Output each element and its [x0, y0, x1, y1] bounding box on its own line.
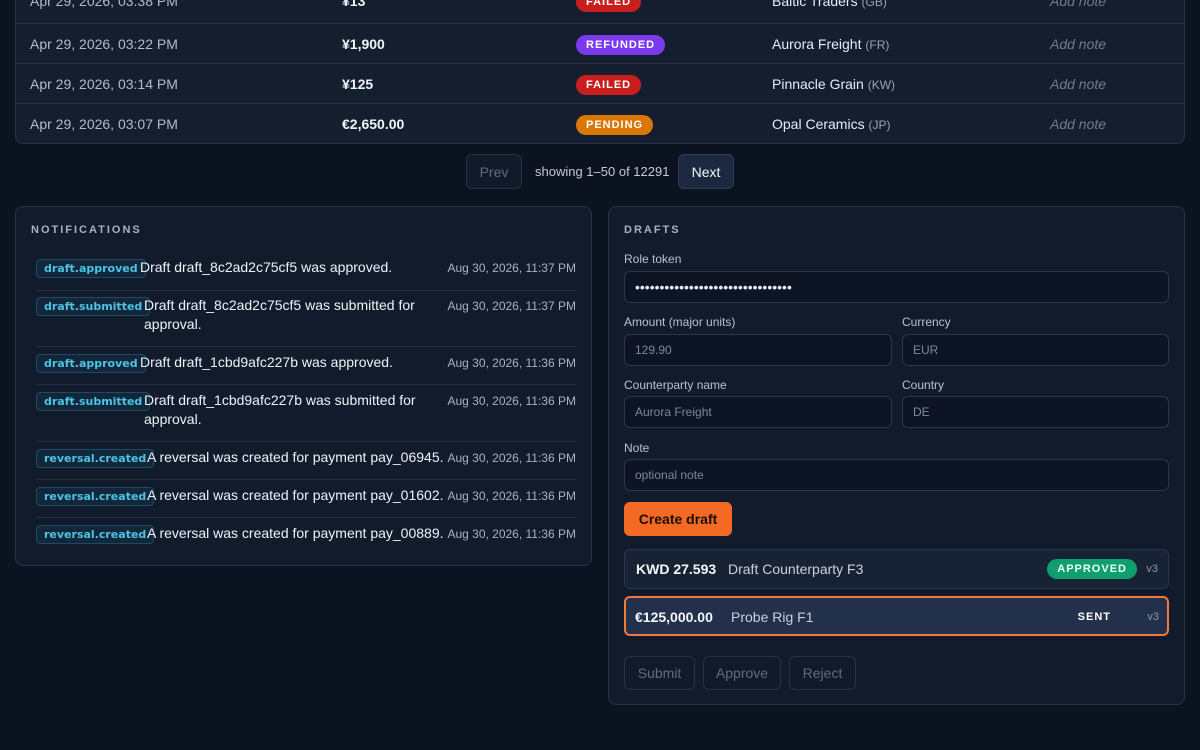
counterparty-name: Baltic Traders: [772, 0, 858, 9]
draft-counterparty: Draft Counterparty F3: [728, 561, 864, 577]
notification-message: A reversal was created for payment pay_0…: [147, 525, 444, 541]
counterparty-name: Aurora Freight: [772, 36, 862, 52]
draft-counterparty: Probe Rig F1: [731, 609, 814, 625]
notification-item: reversal.created A reversal was created …: [36, 449, 576, 480]
add-note-link[interactable]: Add note: [1050, 104, 1106, 143]
notification-time: Aug 30, 2026, 11:37 PM: [447, 299, 576, 313]
notifications-panel: NOTIFICATIONS draft.approved Draft draft…: [15, 206, 592, 566]
approve-button[interactable]: Approve: [703, 656, 781, 690]
notification-time: Aug 30, 2026, 11:36 PM: [447, 356, 576, 370]
add-note-link[interactable]: Add note: [1050, 24, 1106, 64]
event-tag: draft.submitted: [36, 392, 151, 411]
counterparty-country: (JP): [868, 118, 891, 132]
notification-time: Aug 30, 2026, 11:36 PM: [447, 489, 576, 503]
add-note-link[interactable]: Add note: [1050, 64, 1106, 104]
notification-message: Draft draft_1cbd9afc227b was submitted f…: [144, 392, 416, 427]
payment-amount: ¥1,900: [342, 36, 385, 52]
notification-time: Aug 30, 2026, 11:36 PM: [447, 394, 576, 408]
notification-item: reversal.created A reversal was created …: [36, 525, 576, 556]
country-label: Country: [902, 378, 945, 392]
note-label: Note: [624, 441, 650, 455]
counterparty-country: (GB): [861, 0, 887, 9]
notification-message: A reversal was created for payment pay_0…: [147, 449, 444, 465]
draft-amount: €125,000.00: [635, 609, 713, 625]
notification-message: Draft draft_1cbd9afc227b was approved.: [140, 354, 393, 370]
counterparty-name: Pinnacle Grain: [772, 76, 864, 92]
payment-date: Apr 29, 2026, 03:22 PM: [30, 36, 178, 52]
currency-label: Currency: [902, 315, 951, 329]
event-tag: reversal.created: [36, 487, 155, 506]
role-token-label: Role token: [624, 252, 682, 266]
amount-label: Amount (major units): [624, 315, 736, 329]
event-tag: draft.submitted: [36, 297, 151, 316]
role-token-input[interactable]: ••••••••••••••••••••••••••••••••: [624, 271, 1169, 303]
event-tag: draft.approved: [36, 354, 146, 373]
notification-time: Aug 30, 2026, 11:36 PM: [447, 451, 576, 465]
payment-date: Apr 29, 2026, 03:14 PM: [30, 76, 178, 92]
notifications-title: NOTIFICATIONS: [31, 224, 142, 236]
submit-button[interactable]: Submit: [624, 656, 695, 690]
payment-amount: ¥125: [342, 76, 374, 92]
amount-input[interactable]: 129.90: [624, 334, 892, 366]
prev-page-button[interactable]: Prev: [466, 154, 522, 189]
notification-item: draft.submitted Draft draft_8c2ad2c75cf5…: [36, 297, 576, 347]
drafts-title: DRAFTS: [624, 224, 681, 236]
status-badge: REFUNDED: [576, 35, 666, 56]
notification-time: Aug 30, 2026, 11:37 PM: [447, 261, 576, 275]
notification-item: reversal.created A reversal was created …: [36, 487, 576, 518]
counterparty-country: (KW): [867, 78, 896, 92]
status-badge: SENT: [1077, 611, 1111, 623]
counterparty-input[interactable]: Aurora Freight: [624, 396, 892, 428]
draft-amount: KWD 27.593: [636, 561, 717, 577]
draft-card-selected[interactable]: €125,000.00 Probe Rig F1 SENT v3: [624, 596, 1169, 636]
payment-amount: €2,650.00: [342, 116, 405, 132]
notification-message: Draft draft_8c2ad2c75cf5 was approved.: [140, 259, 393, 275]
notification-message: Draft draft_8c2ad2c75cf5 was submitted f…: [144, 297, 415, 332]
notification-item: draft.approved Draft draft_8c2ad2c75cf5 …: [36, 259, 576, 291]
country-input[interactable]: DE: [902, 396, 1169, 428]
counterparty-name: Opal Ceramics: [772, 116, 865, 132]
table-row[interactable]: Apr 29, 2026, 03:22 PM ¥1,900 REFUNDED A…: [16, 23, 1184, 63]
create-draft-button[interactable]: Create draft: [624, 502, 732, 536]
table-row[interactable]: Apr 29, 2026, 03:14 PM ¥125 FAILED Pinna…: [16, 63, 1184, 103]
status-badge: PENDING: [576, 115, 654, 136]
counterparty-country: (FR): [865, 38, 890, 52]
notification-message: A reversal was created for payment pay_0…: [147, 487, 444, 503]
notification-item: draft.submitted Draft draft_1cbd9afc227b…: [36, 392, 576, 442]
drafts-panel: DRAFTS Role token ••••••••••••••••••••••…: [608, 206, 1185, 705]
payment-amount: ¥13: [342, 0, 366, 9]
reject-button[interactable]: Reject: [789, 656, 856, 690]
status-badge: APPROVED: [1047, 559, 1137, 579]
pagination: Prev showing 1–50 of 12291 Next: [0, 154, 1200, 190]
notification-item: draft.approved Draft draft_1cbd9afc227b …: [36, 354, 576, 385]
status-badge: FAILED: [576, 75, 642, 96]
pagination-info: showing 1–50 of 12291: [535, 164, 670, 179]
draft-version: v3: [1146, 563, 1158, 575]
payment-date: Apr 29, 2026, 03:38 PM: [30, 0, 178, 9]
add-note-link[interactable]: Add note: [1050, 0, 1106, 21]
event-tag: draft.approved: [36, 259, 146, 278]
payments-table: Apr 29, 2026, 03:38 PM ¥13 FAILED Baltic…: [15, 0, 1185, 144]
event-tag: reversal.created: [36, 525, 155, 544]
draft-card[interactable]: KWD 27.593 Draft Counterparty F3 APPROVE…: [624, 549, 1169, 589]
counterparty-label: Counterparty name: [624, 378, 727, 392]
notification-time: Aug 30, 2026, 11:36 PM: [447, 527, 576, 541]
status-badge: FAILED: [576, 0, 642, 13]
next-page-button[interactable]: Next: [678, 154, 734, 189]
payment-date: Apr 29, 2026, 03:07 PM: [30, 116, 178, 132]
table-row[interactable]: Apr 29, 2026, 03:38 PM ¥13 FAILED Baltic…: [16, 0, 1184, 21]
table-row[interactable]: Apr 29, 2026, 03:07 PM €2,650.00 PENDING…: [16, 103, 1184, 143]
note-input[interactable]: optional note: [624, 459, 1169, 491]
currency-input[interactable]: EUR: [902, 334, 1169, 366]
draft-version: v3: [1147, 611, 1159, 623]
event-tag: reversal.created: [36, 449, 155, 468]
